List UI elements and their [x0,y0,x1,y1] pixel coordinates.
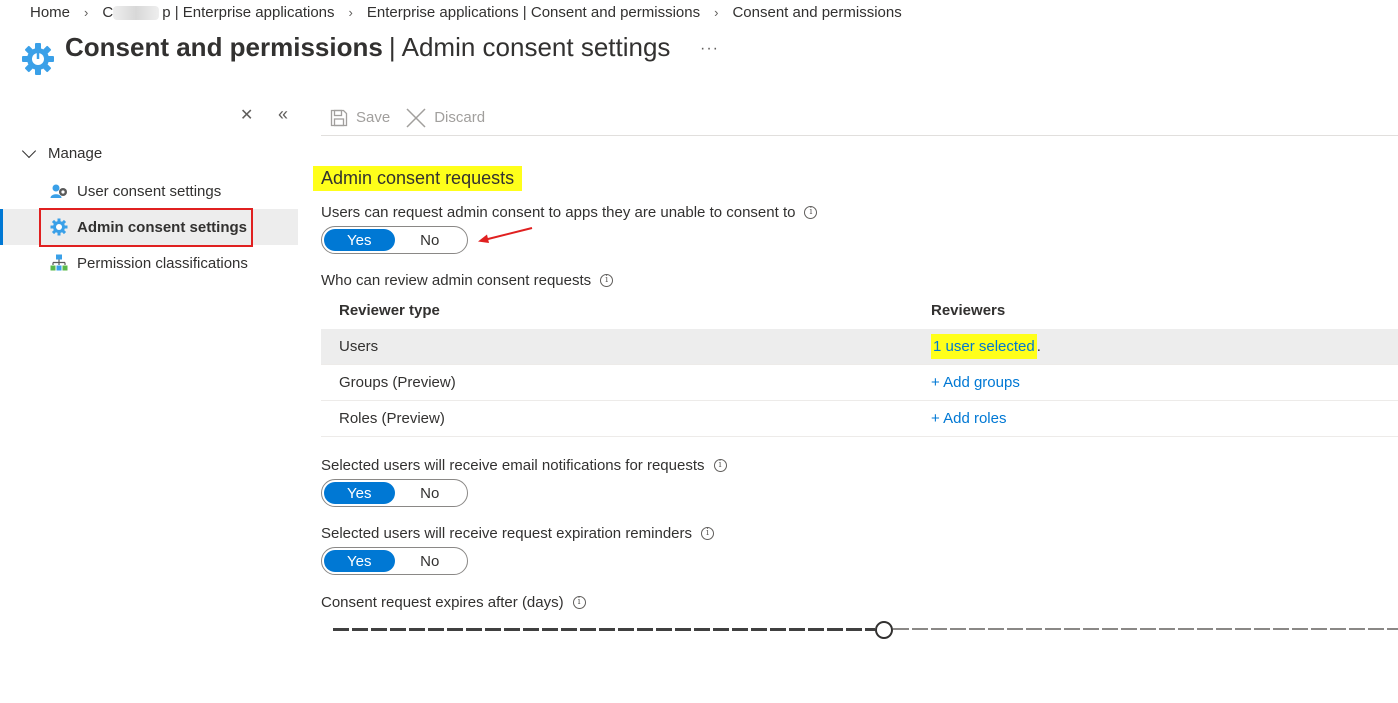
sidebar-item-permission-classifications[interactable]: Permission classifications [0,245,298,281]
request-consent-label: Users can request admin consent to apps … [321,204,818,221]
breadcrumb-enterprise-apps[interactable]: Enterprise applications | Consent and pe… [367,4,700,21]
add-groups-link[interactable]: + Add groups [931,374,1020,391]
slider-track-empty [893,628,1398,630]
chevron-right-icon: › [84,4,89,20]
toggle-no-option[interactable]: No [395,550,466,572]
info-icon[interactable]: i [804,206,818,219]
expiration-reminders-label: Selected users will receive request expi… [321,525,715,542]
email-notifications-label: Selected users will receive email notifi… [321,457,727,474]
sidebar-group-manage[interactable]: Manage [21,143,102,162]
toggle-no-option[interactable]: No [395,229,466,251]
column-header-reviewers: Reviewers [931,302,1006,319]
table-row[interactable]: Users 1 user selected. [321,329,1398,365]
table-header-row: Reviewer type Reviewers [321,293,1398,329]
breadcrumb-home[interactable]: Home [30,4,70,21]
command-bar: Save Discard [321,100,1398,136]
info-icon[interactable]: i [701,527,715,540]
slider-track-filled [333,628,875,631]
close-icon[interactable]: ✕ [240,105,253,125]
more-options-icon[interactable]: ··· [700,40,719,58]
column-header-reviewer-type: Reviewer type [339,302,440,319]
page-title: Consent and permissions | Admin consent se… [65,32,671,62]
breadcrumb: Home › Cp | Enterprise applications › En… [30,3,902,21]
expiration-reminders-toggle[interactable]: Yes No [321,547,468,575]
table-row[interactable]: Roles (Preview) + Add roles [321,401,1398,437]
reviewers-cell: 1 user selected. [931,334,1041,359]
user-gear-icon [50,184,67,198]
chevron-right-icon: › [714,4,719,20]
expires-slider[interactable] [333,620,1398,640]
info-icon[interactable]: i [713,459,727,472]
info-icon[interactable]: i [572,596,586,609]
breadcrumb-consent[interactable]: Consent and permissions [732,4,901,21]
reviewer-type-cell: Roles (Preview) [339,410,445,427]
reviewer-type-cell: Users [339,338,379,355]
gear-icon [50,218,68,236]
toggle-no-option[interactable]: No [395,482,466,504]
gear-icon [22,43,54,75]
breadcrumb-app[interactable]: Cp | Enterprise applications [102,4,334,21]
chevron-right-icon: › [348,4,353,20]
reviewers-label: Who can review admin consent requests i [321,272,614,289]
toggle-yes-option[interactable]: Yes [324,550,395,572]
section-title: Admin consent requests [313,166,523,191]
annotation-arrow-icon [478,227,533,243]
discard-button[interactable]: Discard [406,107,485,128]
email-notifications-toggle[interactable]: Yes No [321,479,468,507]
reviewers-table: Reviewer type Reviewers Users 1 user sel… [321,293,1398,437]
save-icon [330,109,348,126]
toggle-yes-option[interactable]: Yes [324,482,395,504]
expires-label: Consent request expires after (days) i [321,594,586,611]
save-button[interactable]: Save [330,109,390,127]
add-roles-link[interactable]: + Add roles [931,410,1006,427]
chevron-down-icon [21,143,37,159]
sidebar-item-admin-consent-settings[interactable]: Admin consent settings [0,209,298,245]
user-selected-link[interactable]: 1 user selected [931,334,1037,359]
collapse-sidebar-icon[interactable]: « [278,104,288,125]
sidebar-item-user-consent-settings[interactable]: User consent settings [0,173,298,209]
info-icon[interactable]: i [600,274,614,287]
close-icon [406,107,426,128]
redacted-text [113,5,160,20]
slider-thumb[interactable] [875,621,893,639]
request-consent-toggle[interactable]: Yes No [321,226,468,254]
hierarchy-icon [50,254,68,271]
toggle-yes-option[interactable]: Yes [324,229,395,251]
table-row[interactable]: Groups (Preview) + Add groups [321,365,1398,401]
reviewer-type-cell: Groups (Preview) [339,374,456,391]
